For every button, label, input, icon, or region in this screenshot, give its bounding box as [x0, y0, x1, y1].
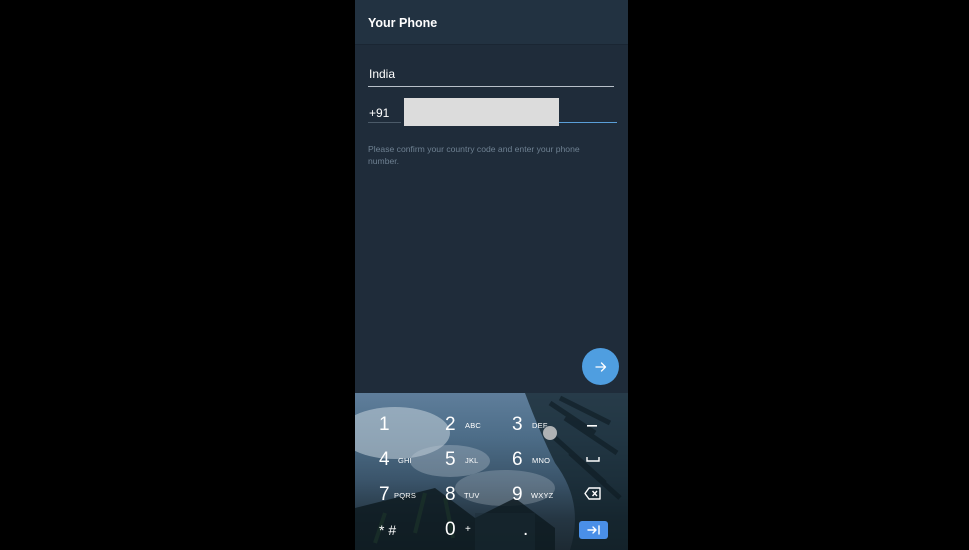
key-digit: 0 [445, 519, 456, 540]
key-digit: 4 [379, 449, 390, 470]
next-fab-button[interactable] [582, 348, 619, 385]
country-code-field[interactable]: +91 [368, 97, 401, 123]
key-digit: 1 [379, 414, 390, 435]
hint-text: Please confirm your country code and ent… [368, 144, 580, 166]
key-backspace[interactable] [560, 475, 626, 513]
phone-number-input[interactable] [404, 97, 617, 126]
key-digit: 9 [512, 484, 523, 505]
key-letters: WXYZ [531, 491, 554, 500]
key-9[interactable]: 9 WXYZ [495, 475, 561, 513]
key-dot[interactable]: . [495, 510, 561, 548]
key-digit: 3 [512, 414, 523, 435]
key-8[interactable]: 8 TUV [428, 475, 494, 513]
key-5[interactable]: 5 JKL [428, 440, 494, 478]
phone-screen: Your Phone India +91 Please confirm your… [355, 0, 628, 550]
key-1[interactable]: 1 [361, 405, 427, 443]
key-digit: 8 [445, 484, 456, 505]
key-6[interactable]: 6 MNO [495, 440, 561, 478]
key-letters: GHI [398, 456, 412, 465]
touch-indicator [543, 426, 557, 440]
key-digit: 7 [379, 484, 390, 505]
key-digit: 5 [445, 449, 456, 470]
numeric-keyboard: 1 2 ABC 3 DEF 4 GHI 5 JKL 6 MNO 7 PQRS 8… [355, 393, 628, 550]
key-star-hash[interactable]: * # [361, 510, 427, 548]
key-digit: 6 [512, 449, 523, 470]
redacted-phone-number [404, 98, 559, 126]
key-letters: + [465, 524, 472, 535]
key-letters: PQRS [394, 491, 417, 500]
space-icon [586, 457, 600, 462]
next-icon [586, 525, 600, 535]
country-select[interactable]: India [368, 62, 614, 87]
key-minus[interactable] [560, 405, 626, 443]
key-7[interactable]: 7 PQRS [361, 475, 427, 513]
app-bar: Your Phone [355, 0, 628, 45]
key-letters: JKL [465, 456, 479, 465]
key-2[interactable]: 2 ABC [428, 405, 494, 443]
key-digit: * # [379, 522, 397, 538]
keyboard-next-button[interactable] [579, 521, 608, 539]
page-title: Your Phone [368, 16, 438, 30]
key-0[interactable]: 0 + [428, 510, 494, 548]
arrow-right-icon [594, 361, 606, 372]
key-4[interactable]: 4 GHI [361, 440, 427, 478]
minus-icon [587, 425, 597, 427]
key-letters: ABC [465, 421, 482, 430]
backspace-icon [584, 487, 601, 500]
key-digit: 2 [445, 414, 456, 435]
key-digit: . [523, 519, 529, 540]
key-letters: MNO [532, 456, 551, 465]
country-code-value: +91 [369, 106, 390, 120]
country-value: India [369, 67, 396, 81]
key-space[interactable] [560, 440, 626, 478]
key-letters: TUV [464, 491, 480, 500]
